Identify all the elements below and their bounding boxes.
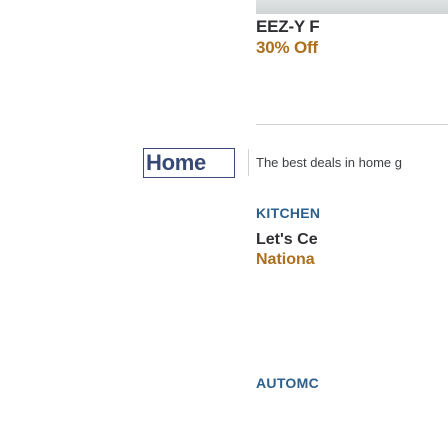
- site-logo[interactable]: Home: [143, 148, 235, 178]
- section-label[interactable]: AUTOMC: [256, 374, 448, 392]
- section-title[interactable]: Let's Ce: [256, 230, 448, 250]
- promo-subtitle: 30% Off: [256, 38, 318, 57]
- site-tagline: The best deals in home g: [256, 155, 402, 170]
- section-automotive[interactable]: AUTOMC: [256, 374, 448, 392]
- section-label[interactable]: KITCHEN: [256, 204, 448, 222]
- site-logo-text: Home: [146, 150, 206, 175]
- divider: [256, 124, 448, 125]
- section-kitchen[interactable]: KITCHEN Let's Ce Nationa: [256, 204, 448, 270]
- promo-card[interactable]: EEZ-Y F 30% Off: [256, 17, 448, 59]
- header-divider: [248, 149, 249, 176]
- section-subtitle: Nationa: [256, 251, 315, 268]
- promo-title[interactable]: EEZ-Y F: [256, 17, 448, 37]
- promo-image[interactable]: [256, 0, 448, 14]
